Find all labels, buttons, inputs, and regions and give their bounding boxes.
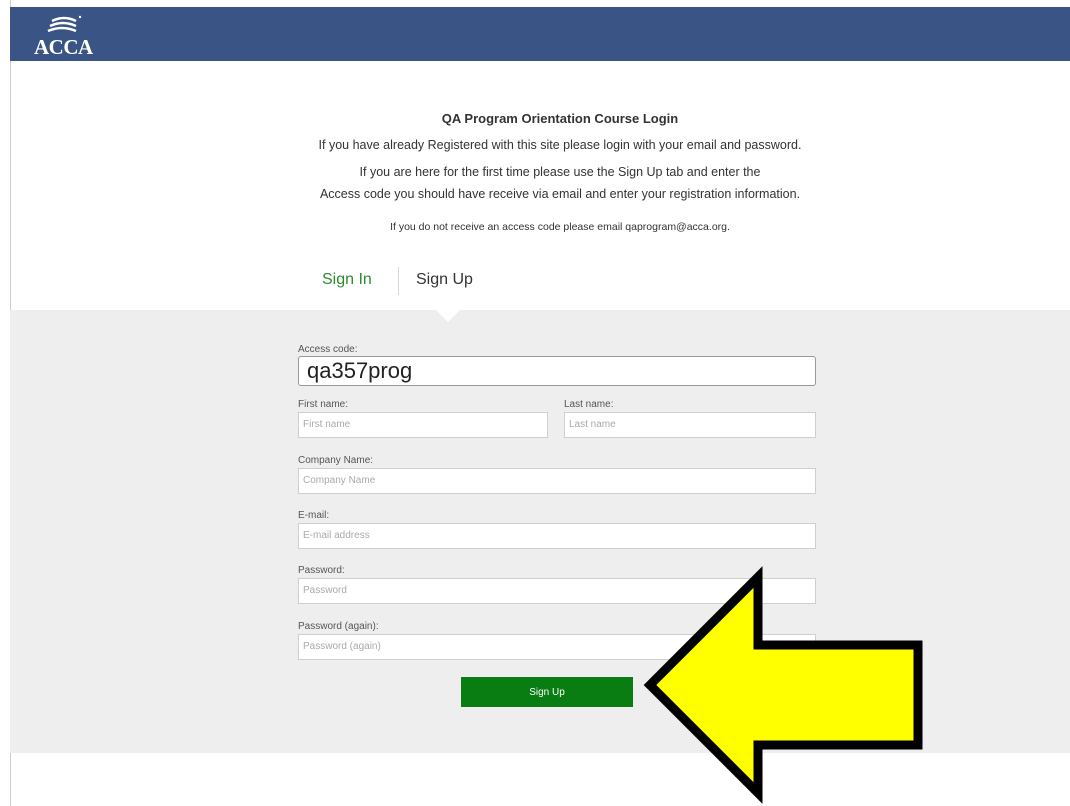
tab-divider — [398, 267, 399, 295]
first-name-input[interactable]: First name — [298, 412, 548, 438]
access-code-input[interactable]: qa357prog — [298, 356, 816, 386]
arrow-left-icon — [643, 566, 923, 804]
company-name-input[interactable]: Company Name — [298, 468, 816, 494]
intro-line-2: If you are here for the first time pleas… — [359, 165, 761, 179]
password-label: Password: — [298, 565, 345, 576]
intro-line-4: If you do not receive an access code ple… — [390, 221, 730, 233]
last-name-input[interactable]: Last name — [564, 412, 816, 438]
acca-logo[interactable]: ACCA — [34, 13, 94, 59]
site-header: ACCA — [10, 7, 1070, 61]
sign-up-button[interactable]: Sign Up — [461, 677, 633, 707]
first-name-label: First name: — [298, 399, 349, 410]
access-code-label: Access code: — [298, 344, 358, 355]
company-name-label: Company Name: — [298, 455, 374, 466]
logo-waves-icon — [47, 15, 82, 33]
tab-sign-up[interactable]: Sign Up — [416, 271, 473, 289]
password-again-label: Password (again): — [298, 621, 379, 632]
page-title: QA Program Orientation Course Login — [441, 111, 679, 126]
active-tab-caret — [436, 310, 460, 322]
intro-line-1: If you have already Registered with this… — [318, 138, 802, 152]
intro-line-3: Access code you should have receive via … — [319, 187, 801, 201]
email-label: E-mail: — [298, 510, 330, 521]
logo-text: ACCA — [34, 35, 93, 59]
email-input[interactable]: E-mail address — [298, 523, 816, 549]
last-name-label: Last name: — [564, 399, 614, 410]
tab-sign-in[interactable]: Sign In — [322, 271, 372, 289]
